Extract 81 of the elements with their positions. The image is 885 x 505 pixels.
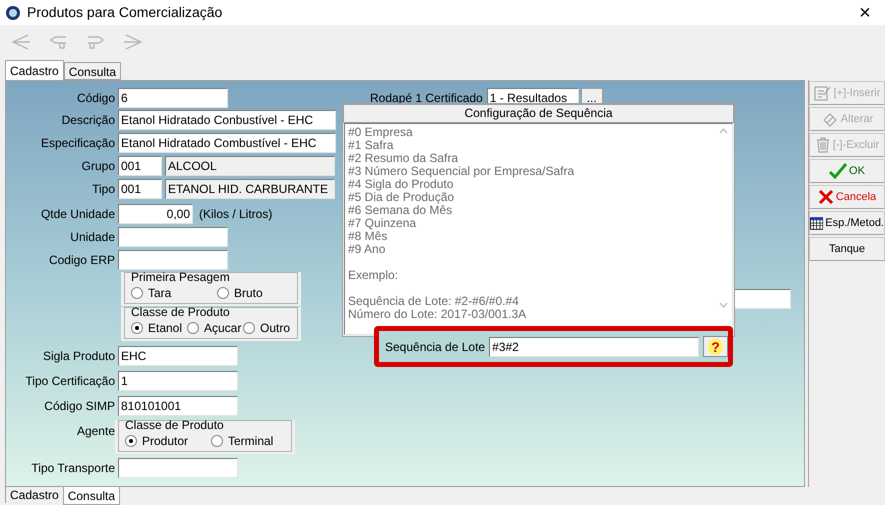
- scroll-down-icon[interactable]: [719, 302, 728, 308]
- text-line: #4 Sigla do Produto: [348, 178, 454, 191]
- field-label: Unidade: [69, 228, 116, 246]
- field-label: Especificação: [40, 134, 116, 152]
- unit-label: (Kilos / Litros): [199, 206, 272, 222]
- text-line: #1 Safra: [348, 139, 394, 152]
- scroll-up-icon[interactable]: [719, 128, 728, 134]
- input-field[interactable]: 1: [118, 370, 238, 390]
- input-field[interactable]: Etanol Hidratado Conbustível - EHC: [118, 110, 336, 130]
- tab[interactable]: Consulta: [64, 62, 122, 80]
- document-pencil-icon: [814, 85, 832, 101]
- tab[interactable]: Consulta: [62, 487, 120, 505]
- group-title: Classe de Produto: [125, 419, 225, 432]
- input-field[interactable]: 001: [118, 156, 162, 176]
- field-label: Código SIMP: [43, 398, 116, 414]
- popup-title: Configuração de Sequência: [343, 104, 734, 123]
- side-button[interactable]: OK: [809, 159, 885, 183]
- tab[interactable]: Cadastro: [5, 60, 64, 80]
- field-label: Tipo: [91, 180, 116, 198]
- app-logo-icon: [5, 4, 21, 20]
- input-field[interactable]: EHC: [118, 346, 238, 366]
- side-button[interactable]: Cancela: [809, 185, 885, 209]
- radio-button[interactable]: [131, 322, 143, 334]
- radio-label: Terminal: [228, 433, 274, 450]
- input-field[interactable]: 0,00: [118, 204, 193, 224]
- radio-label: Tara: [148, 285, 172, 302]
- input-field[interactable]: Etanol Hidratado Combustível - EHC: [118, 132, 336, 152]
- input-field[interactable]: #3#2: [489, 336, 700, 356]
- text-line: #3 Número Sequencial por Empresa/Safra: [348, 165, 576, 178]
- input-field[interactable]: 6: [118, 88, 228, 108]
- input-field[interactable]: [118, 458, 238, 478]
- radio-label: Etanol: [148, 320, 182, 337]
- field-label: Rodapé 1 Certificado: [370, 90, 483, 107]
- radio-label: Produtor: [142, 433, 188, 450]
- input-field[interactable]: [734, 289, 791, 309]
- side-button[interactable]: Esp./Metod.: [809, 211, 885, 235]
- side-button[interactable]: Tanque: [809, 237, 885, 261]
- radio-button[interactable]: [131, 287, 143, 299]
- table-grid-icon: [810, 216, 824, 230]
- radio-button[interactable]: [217, 287, 229, 299]
- x-mark-icon: [818, 189, 834, 205]
- text-line: #2 Resumo da Safra: [348, 152, 460, 165]
- text-line: Número do Lote: 2017-03/001.3A: [348, 308, 528, 321]
- radio-button[interactable]: [187, 322, 199, 334]
- checkmark-icon: [829, 163, 848, 179]
- radio-label: Outro: [260, 320, 290, 337]
- field-label: Qtde Unidade: [40, 206, 116, 222]
- field-label: Sigla Produto: [42, 348, 116, 364]
- field-label: Grupo: [80, 158, 116, 174]
- text-line: Exemplo:: [348, 269, 400, 282]
- field-label: Descrição: [60, 112, 116, 129]
- field-label: Código: [76, 90, 116, 107]
- input-field[interactable]: ALCOOL: [165, 156, 335, 176]
- text-line: #7 Quinzena: [348, 217, 418, 230]
- text-line: #0 Empresa: [348, 126, 414, 139]
- radio-label: Açucar: [204, 320, 242, 337]
- input-field[interactable]: [118, 250, 228, 270]
- help-button[interactable]: ?: [703, 336, 728, 357]
- radio-label: Bruto: [234, 285, 263, 302]
- close-button[interactable]: ×: [850, 2, 880, 22]
- text-line: #5 Dia de Produção: [348, 191, 456, 204]
- radio-button[interactable]: [243, 322, 255, 334]
- text-line: #9 Ano: [348, 243, 386, 256]
- window-title: Produtos para Comercialização: [27, 3, 222, 22]
- radio-button[interactable]: [125, 435, 137, 447]
- text-line: Sequência de Lote: #2-#6/#0.#4: [348, 295, 520, 308]
- input-field[interactable]: 810101001: [118, 396, 238, 416]
- input-field[interactable]: [118, 226, 228, 246]
- field-label: Codigo ERP: [48, 252, 116, 268]
- text-line: #8 Mês: [348, 230, 388, 243]
- field-label: Tipo Certificação: [24, 372, 116, 390]
- field-label: Agente: [76, 423, 116, 440]
- group-title: Classe de Produto: [131, 306, 231, 319]
- input-field[interactable]: ETANOL HID. CARBURANTE: [165, 178, 335, 198]
- input-field[interactable]: 001: [118, 178, 162, 198]
- text-line: #6 Semana do Mês: [348, 204, 452, 217]
- radio-button[interactable]: [211, 435, 223, 447]
- field-label: Sequência de Lote: [385, 338, 486, 356]
- field-label: Tipo Transporte: [30, 460, 116, 476]
- group-title: Primeira Pesagem: [131, 271, 231, 284]
- trash-icon: [814, 137, 831, 153]
